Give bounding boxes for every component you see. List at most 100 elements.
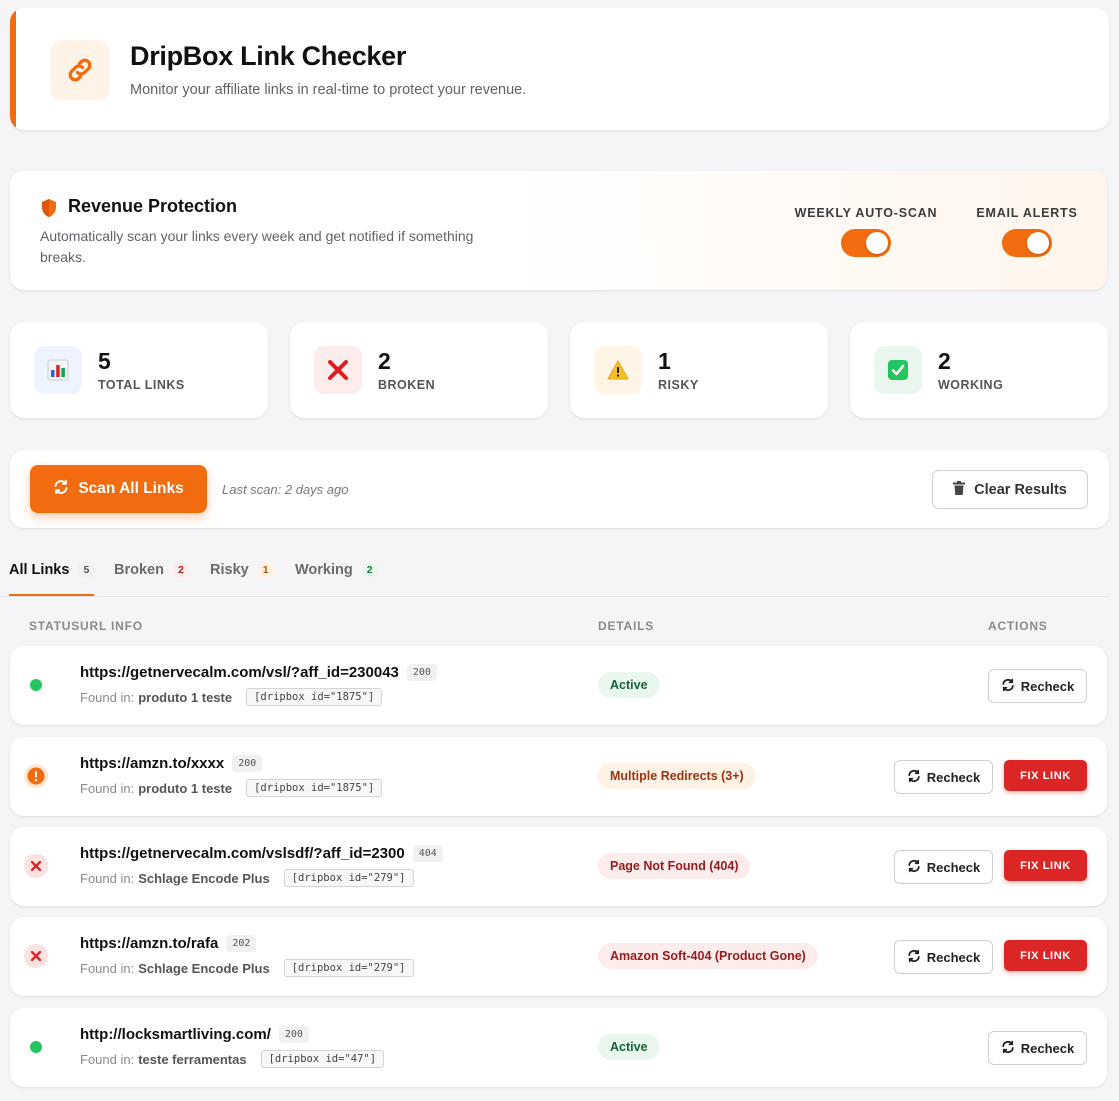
table-row: https://getnervecalm.com/vslsdf/?aff_id=… — [10, 827, 1107, 906]
link-url[interactable]: https://amzn.to/rafa — [80, 935, 218, 952]
recheck-button[interactable]: Recheck — [894, 760, 993, 794]
shortcode: [dripbox id="279"] — [283, 959, 414, 977]
table-row: http://locksmartliving.com/ 200 Found in… — [10, 1008, 1107, 1087]
last-scan-text: Last scan: 2 days ago — [222, 482, 349, 497]
page-title: DripBox Link Checker — [130, 41, 407, 71]
status-ok-icon — [30, 679, 42, 691]
fix-link-button[interactable]: FIX LINK — [1004, 760, 1087, 791]
found-in-source: produto 1 teste — [138, 689, 233, 705]
found-in: Found in: Schlage Encode Plus [dripbox i… — [80, 959, 414, 977]
recheck-button[interactable]: Recheck — [988, 669, 1087, 703]
found-in-label: Found in: — [80, 960, 135, 976]
bar-chart-icon — [34, 346, 82, 394]
row-url-line: https://amzn.to/xxxx 200 — [80, 755, 263, 772]
revenue-protection-card: Revenue Protection Automatically scan yo… — [10, 171, 1107, 290]
tab-count: 1 — [256, 562, 275, 578]
recheck-label: Recheck — [926, 769, 981, 785]
stat-label: WORKING — [938, 378, 1004, 392]
link-url[interactable]: https://getnervecalm.com/vsl/?aff_id=230… — [80, 664, 399, 681]
found-in-source: Schlage Encode Plus — [138, 870, 270, 886]
stat-label: TOTAL LINKS — [98, 378, 185, 392]
http-status-code: 404 — [412, 845, 443, 862]
http-status-code: 200 — [232, 755, 263, 772]
tab-label: Risky — [210, 562, 249, 578]
found-in-label: Found in: — [80, 870, 135, 886]
stat-value: 2 — [378, 348, 391, 374]
detail-badge: Active — [598, 672, 660, 698]
row-url-line: https://amzn.to/rafa 202 — [80, 935, 257, 952]
action-bar: Scan All Links Last scan: 2 days ago Cle… — [10, 450, 1109, 528]
row-url-line: https://getnervecalm.com/vslsdf/?aff_id=… — [80, 845, 443, 862]
row-url-line: https://getnervecalm.com/vsl/?aff_id=230… — [80, 664, 437, 681]
http-status-code: 202 — [226, 935, 257, 952]
tab-count: 2 — [360, 562, 379, 578]
stat-value: 1 — [658, 348, 671, 374]
fix-link-button[interactable]: FIX LINK — [1004, 850, 1087, 881]
tab-all-links[interactable]: All Links 5 — [9, 559, 96, 581]
found-in: Found in: teste ferramentas [dripbox id=… — [80, 1050, 385, 1068]
column-header-status-url: STATUSURL INFO — [29, 619, 143, 633]
recheck-label: Recheck — [926, 949, 981, 965]
recheck-button[interactable]: Recheck — [894, 940, 993, 974]
recheck-label: Recheck — [1020, 678, 1075, 694]
tab-working[interactable]: Working 2 — [295, 559, 379, 581]
fix-link-button[interactable]: FIX LINK — [1004, 940, 1087, 971]
toggle-knob — [1027, 232, 1049, 254]
detail-badge: Page Not Found (404) — [598, 853, 751, 879]
stat-value: 2 — [938, 348, 951, 374]
stat-broken: 2 BROKEN — [290, 322, 548, 418]
revenue-description: Automatically scan your links every week… — [40, 228, 474, 265]
clear-results-button[interactable]: Clear Results — [932, 470, 1088, 509]
status-warning-icon — [24, 764, 48, 788]
stat-value: 5 — [98, 348, 111, 374]
table-row: https://amzn.to/xxxx 200 Found in: produ… — [10, 737, 1107, 816]
stat-risky: 1 RISKY — [570, 322, 828, 418]
cross-mark-icon — [314, 346, 362, 394]
table-row: https://getnervecalm.com/vsl/?aff_id=230… — [10, 646, 1107, 725]
stat-working: 2 WORKING — [850, 322, 1108, 418]
link-url[interactable]: https://getnervecalm.com/vslsdf/?aff_id=… — [80, 845, 405, 862]
clear-results-label: Clear Results — [974, 481, 1067, 498]
shortcode: [dripbox id="47"] — [260, 1050, 385, 1068]
found-in-source: Schlage Encode Plus — [138, 960, 270, 976]
refresh-icon — [907, 949, 921, 966]
warning-icon — [594, 346, 642, 394]
shortcode: [dripbox id="1875"] — [246, 688, 383, 706]
detail-badge: Multiple Redirects (3+) — [598, 763, 756, 789]
weekly-auto-scan-toggle[interactable] — [841, 229, 891, 257]
refresh-icon — [907, 769, 921, 786]
trash-icon — [953, 480, 966, 499]
link-url[interactable]: https://amzn.to/xxxx — [80, 755, 224, 772]
recheck-button[interactable]: Recheck — [988, 1031, 1087, 1065]
found-in: Found in: produto 1 teste [dripbox id="1… — [80, 688, 383, 706]
column-header-actions: ACTIONS — [988, 619, 1048, 633]
found-in-source: teste ferramentas — [138, 1051, 247, 1067]
shortcode: [dripbox id="279"] — [283, 869, 414, 887]
status-broken-icon — [24, 944, 48, 968]
toggle-knob — [866, 232, 888, 254]
email-alerts-toggle[interactable] — [1002, 229, 1052, 257]
recheck-label: Recheck — [926, 859, 981, 875]
status-ok-icon — [30, 1041, 42, 1053]
found-in: Found in: produto 1 teste [dripbox id="1… — [80, 779, 383, 797]
found-in: Found in: Schlage Encode Plus [dripbox i… — [80, 869, 414, 887]
table-row: https://amzn.to/rafa 202 Found in: Schla… — [10, 917, 1107, 996]
refresh-icon — [1001, 678, 1015, 695]
scan-all-links-button[interactable]: Scan All Links — [30, 465, 207, 513]
found-in-label: Found in: — [80, 689, 135, 705]
tab-broken[interactable]: Broken 2 — [114, 559, 190, 581]
revenue-title: Revenue Protection — [68, 196, 238, 216]
stat-total-links: 5 TOTAL LINKS — [10, 322, 268, 418]
link-url[interactable]: http://locksmartliving.com/ — [80, 1026, 271, 1043]
http-status-code: 200 — [278, 1026, 309, 1043]
shield-icon — [40, 198, 58, 223]
check-mark-icon — [874, 346, 922, 394]
recheck-button[interactable]: Recheck — [894, 850, 993, 884]
header-card: DripBox Link Checker Monitor your affili… — [10, 8, 1109, 130]
page-subtitle: Monitor your affiliate links in real-tim… — [130, 82, 527, 98]
refresh-icon — [1001, 1040, 1015, 1057]
status-broken-icon — [24, 854, 48, 878]
filter-tabs: All Links 5 Broken 2 Risky 1 Working 2 — [0, 552, 1109, 597]
link-icon — [50, 40, 110, 100]
tab-risky[interactable]: Risky 1 — [210, 559, 275, 581]
